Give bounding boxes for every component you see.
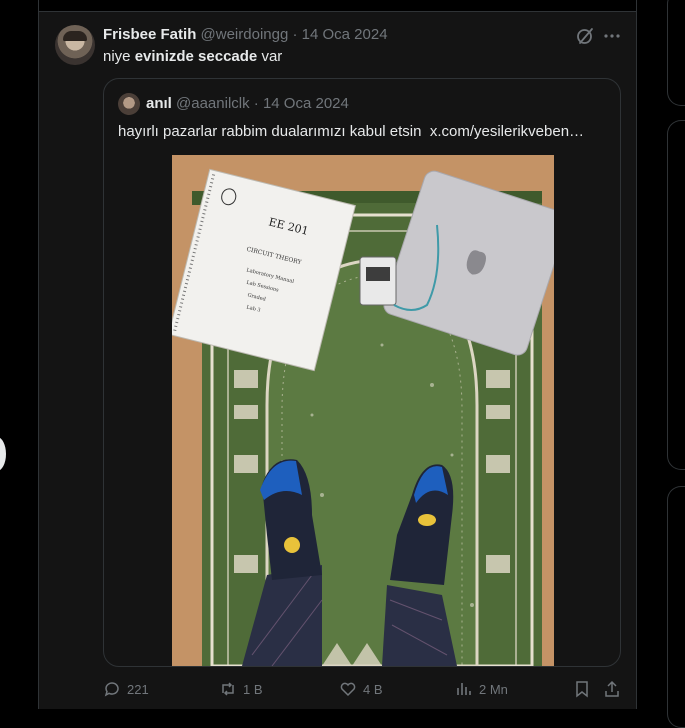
tweet-text-after: var: [261, 48, 283, 65]
photo-illustration: EE 201 CIRCUIT THEORY Laboratory Manual …: [172, 155, 554, 666]
retweet-icon: [222, 682, 234, 696]
views-button[interactable]: 2 Mn: [455, 680, 508, 698]
bookmark-button[interactable]: [573, 680, 591, 698]
quote-avatar[interactable]: [118, 93, 140, 115]
column-border-right: [636, 0, 637, 709]
views-count: 2 Mn: [479, 681, 508, 697]
views-icon: [457, 683, 471, 695]
quote-header: anıl @aaanilclk · 14 Oca 2024: [146, 95, 349, 112]
more-icon[interactable]: [602, 26, 622, 46]
grok-icon[interactable]: [575, 26, 595, 46]
tweet-text: niye evinizde seccade var: [103, 48, 282, 65]
share-button[interactable]: [603, 680, 621, 698]
retweet-count: 1 B: [243, 681, 263, 697]
action-bar: 221 1 B 4 B 2 Mn: [103, 680, 621, 700]
reply-icon: [104, 682, 119, 697]
quote-author-handle: @aaanilclk: [176, 95, 250, 112]
tweet-text-bold: evinizde seccade: [134, 48, 258, 65]
reply-count: 221: [127, 681, 149, 697]
quote-date: 14 Oca 2024: [262, 95, 349, 112]
avatar[interactable]: [55, 25, 95, 65]
sidebar-card-2[interactable]: [667, 120, 685, 470]
share-icon: [605, 680, 619, 697]
retweet-button[interactable]: 1 B: [219, 680, 263, 698]
tweet-header: Frisbee Fatih @weirdoingg · 14 Oca 2024: [103, 26, 388, 43]
quote-author-name: anıl: [146, 95, 172, 112]
author-name[interactable]: Frisbee Fatih: [103, 26, 196, 43]
divider: [39, 11, 636, 12]
bookmark-icon: [576, 681, 588, 698]
like-count: 4 B: [363, 681, 383, 697]
reply-button[interactable]: 221: [103, 680, 149, 698]
quote-photo[interactable]: EE 201 CIRCUIT THEORY Laboratory Manual …: [172, 155, 554, 666]
sidebar-card-3[interactable]: [667, 486, 685, 728]
sidebar-card-1[interactable]: [667, 0, 685, 106]
like-button[interactable]: 4 B: [339, 680, 383, 698]
tweet-text-before: niye: [103, 48, 131, 65]
quote-separator: ·: [253, 95, 259, 112]
left-edge: [0, 0, 38, 709]
quoted-tweet[interactable]: anıl @aaanilclk · 14 Oca 2024 hayırlı pa…: [103, 78, 621, 667]
separator: ·: [292, 26, 298, 43]
author-handle[interactable]: @weirdoingg: [201, 26, 289, 43]
quote-link[interactable]: x.com/yesilerikveben…: [430, 123, 584, 140]
heart-icon: [340, 682, 356, 697]
tweet-date[interactable]: 14 Oca 2024: [302, 26, 388, 43]
quote-text: hayırlı pazarlar rabbim dualarımızı kabu…: [118, 123, 584, 140]
quote-body: hayırlı pazarlar rabbim dualarımızı kabu…: [118, 123, 422, 140]
